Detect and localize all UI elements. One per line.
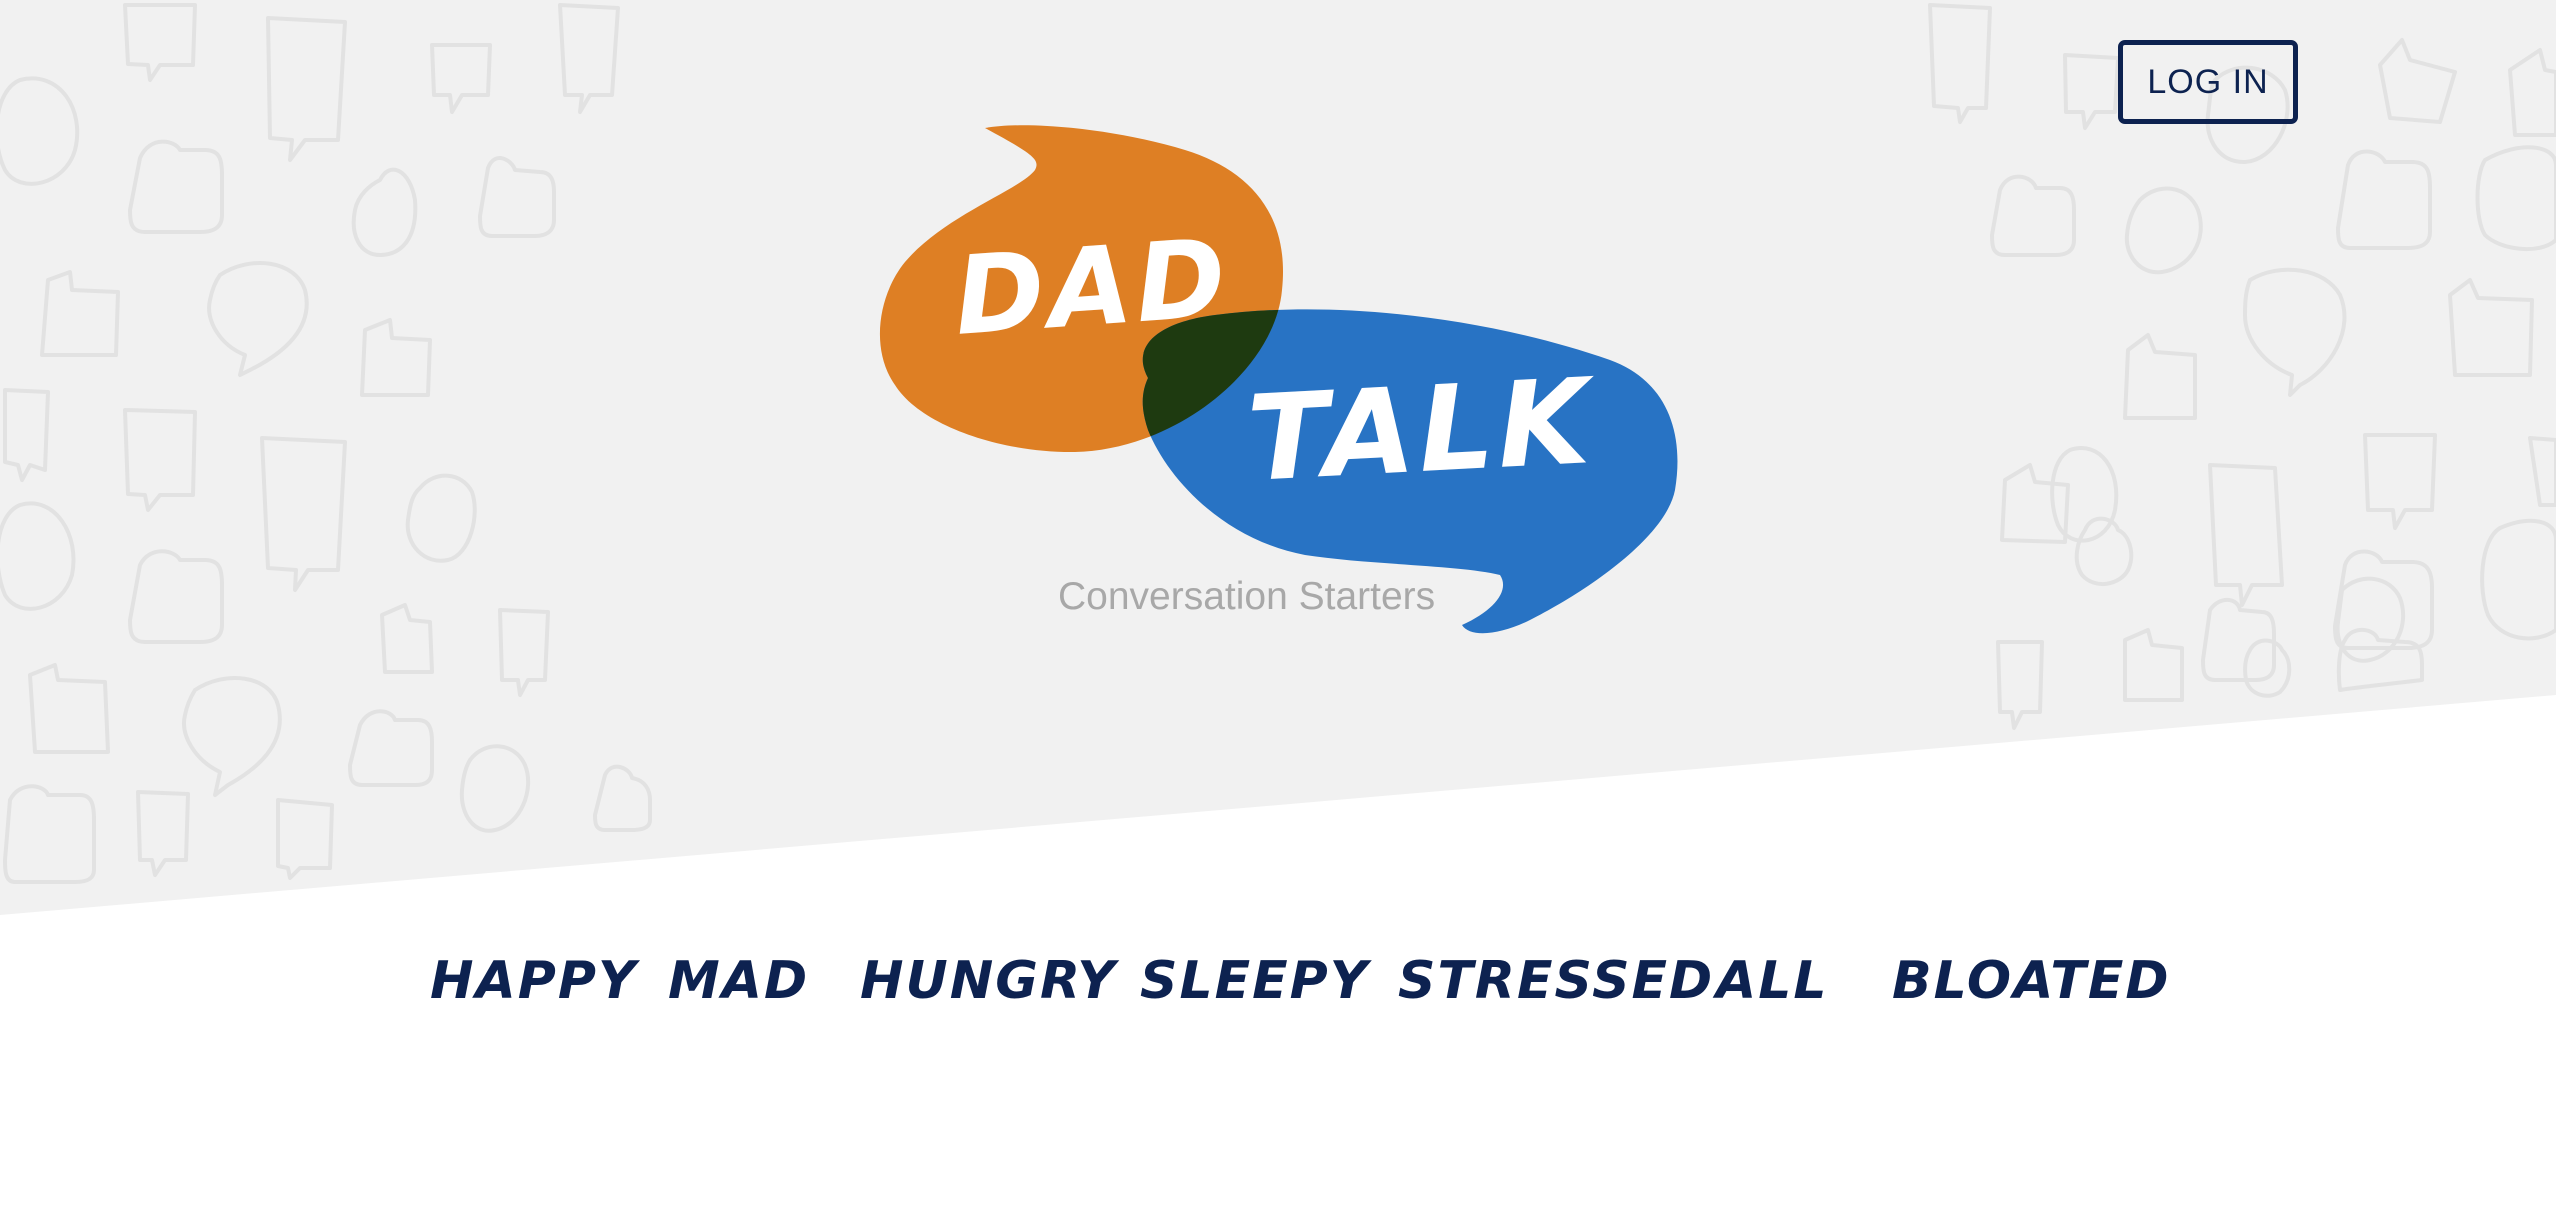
logo-word-dad: DAD bbox=[950, 215, 1234, 360]
mood-link-happy[interactable]: HAPPY bbox=[430, 948, 638, 1014]
mood-link-sleepy[interactable]: SLEEPY bbox=[1140, 948, 1369, 1014]
mood-link-mad[interactable]: MAD bbox=[668, 948, 809, 1014]
mood-link-hungry[interactable]: HUNGRY bbox=[860, 948, 1117, 1014]
page: LOG IN DAD TALK Conversation Starters HA… bbox=[0, 0, 2556, 1228]
mood-link-all[interactable]: ALL bbox=[1716, 948, 1829, 1014]
tagline: Conversation Starters bbox=[1058, 575, 1436, 618]
mood-link-stressed[interactable]: STRESSED bbox=[1398, 948, 1714, 1014]
login-button[interactable]: LOG IN bbox=[2118, 40, 2298, 124]
logo-word-talk: TALK bbox=[1244, 352, 1597, 508]
mood-link-bloated[interactable]: BLOATED bbox=[1892, 948, 2171, 1014]
mood-nav: HAPPY MAD HUNGRY SLEEPY STRESSED ALL BLO… bbox=[0, 948, 2556, 1014]
